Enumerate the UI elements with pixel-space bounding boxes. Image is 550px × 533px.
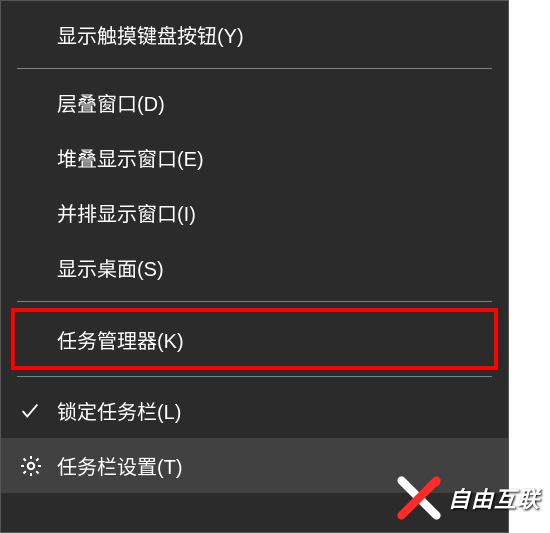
menu-separator — [17, 68, 492, 69]
menu-item-show-desktop[interactable]: 显示桌面(S) — [1, 240, 508, 295]
menu-item-cascade-windows[interactable]: 层叠窗口(D) — [1, 75, 508, 130]
menu-item-stack-windows[interactable]: 堆叠显示窗口(E) — [1, 130, 508, 185]
highlight-annotation: 任务管理器(K) — [11, 308, 498, 370]
taskbar-context-menu: 显示触摸键盘按钮(Y) 层叠窗口(D) 堆叠显示窗口(E) 并排显示窗口(I) … — [0, 0, 509, 533]
menu-item-label: 锁定任务栏(L) — [57, 396, 508, 425]
menu-item-lock-taskbar[interactable]: 锁定任务栏(L) — [1, 383, 508, 438]
menu-separator — [17, 301, 492, 302]
menu-item-side-by-side[interactable]: 并排显示窗口(I) — [1, 185, 508, 240]
menu-item-label: 层叠窗口(D) — [57, 88, 508, 117]
menu-item-label: 堆叠显示窗口(E) — [57, 143, 508, 172]
check-icon — [19, 400, 57, 422]
menu-item-touch-keyboard[interactable]: 显示触摸键盘按钮(Y) — [1, 7, 508, 62]
menu-item-label: 显示触摸键盘按钮(Y) — [57, 20, 508, 49]
gear-icon — [19, 454, 57, 478]
menu-item-label: 显示桌面(S) — [57, 253, 508, 282]
menu-item-label: 并排显示窗口(I) — [57, 198, 508, 227]
menu-item-label: 任务管理器(K) — [57, 325, 494, 354]
watermark: 自由互联 — [396, 475, 540, 521]
watermark-text: 自由互联 — [448, 482, 540, 514]
watermark-logo-icon — [396, 475, 442, 521]
menu-item-task-manager[interactable]: 任务管理器(K) — [15, 312, 494, 366]
menu-separator — [17, 376, 492, 377]
